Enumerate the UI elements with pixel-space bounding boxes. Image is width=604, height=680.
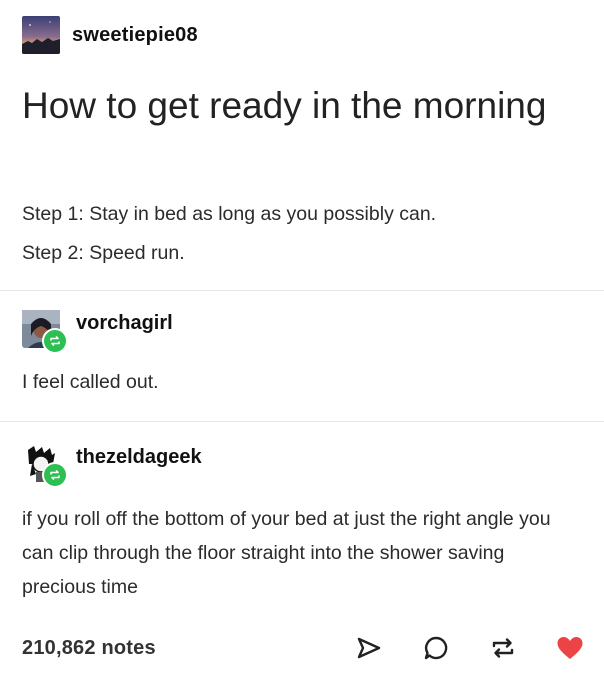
reblog-comment: if you roll off the bottom of your bed a… xyxy=(22,508,551,598)
reblog-header: vorchagirl xyxy=(22,310,173,354)
post-footer: 210,862 notes xyxy=(22,634,584,662)
reblogger-avatar[interactable] xyxy=(22,444,68,488)
post-step-1: Step 1: Stay in bed as long as you possi… xyxy=(22,203,437,225)
post-header: sweetiepie08 xyxy=(22,16,198,54)
reblogger-username[interactable]: thezeldageek xyxy=(76,446,202,469)
tumblr-post: sweetiepie08 How to get ready in the mor… xyxy=(0,0,604,680)
reblog-comment: I feel called out. xyxy=(22,371,159,393)
reblog-icon[interactable] xyxy=(489,634,517,662)
reblogger-avatar[interactable] xyxy=(22,310,68,354)
reblog-header: thezeldageek xyxy=(22,444,202,488)
post-step-2: Step 2: Speed run. xyxy=(22,242,185,264)
share-icon[interactable] xyxy=(355,634,383,662)
author-username[interactable]: sweetiepie08 xyxy=(72,24,198,47)
author-avatar[interactable] xyxy=(22,16,60,54)
divider xyxy=(0,290,604,291)
reblog-badge-icon xyxy=(42,328,68,354)
notes-count[interactable]: 210,862 notes xyxy=(22,637,156,660)
post-title: How to get ready in the morning xyxy=(22,85,547,126)
reply-icon[interactable] xyxy=(422,634,450,662)
post-actions xyxy=(355,634,584,662)
reblog-badge-icon xyxy=(42,462,68,488)
heart-icon[interactable] xyxy=(556,634,584,662)
divider xyxy=(0,421,604,422)
reblogger-username[interactable]: vorchagirl xyxy=(76,312,173,335)
